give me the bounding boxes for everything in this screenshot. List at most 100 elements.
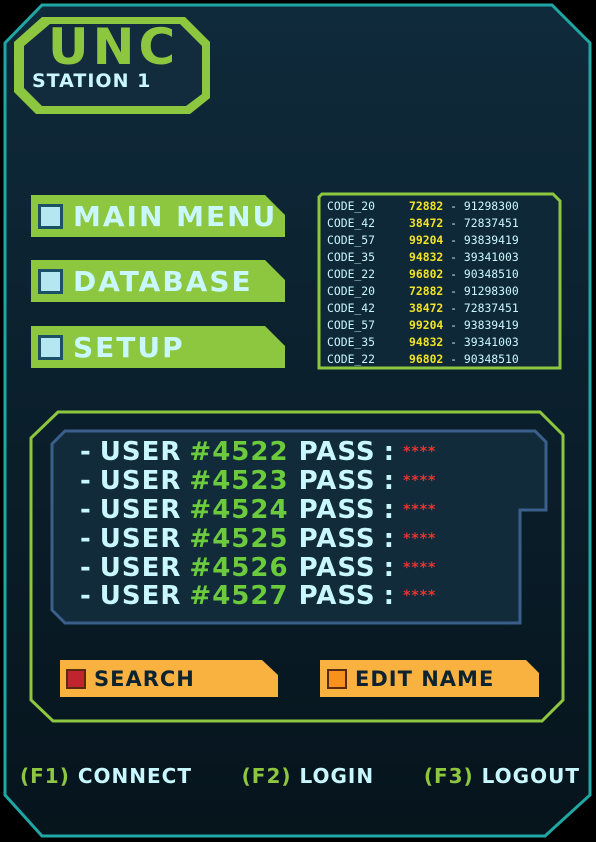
background-frame <box>0 0 596 842</box>
checkbox-icon <box>327 668 347 689</box>
code-value: 96802 <box>409 352 444 366</box>
code-value: 72882 <box>409 284 444 298</box>
user-id: #4525 <box>189 523 289 554</box>
checkbox-icon <box>38 334 63 360</box>
row-dash: - <box>80 495 92 525</box>
login-label: LOGIN <box>299 764 375 788</box>
masked-password: **** <box>403 473 437 490</box>
pass-colon: : <box>383 466 396 497</box>
code-label: CODE_22 <box>327 267 376 281</box>
f1-connect-button[interactable]: (F1) CONNECT <box>20 764 192 788</box>
user-row[interactable]: - USER #4527 PASS: **** <box>80 581 520 612</box>
masked-password: **** <box>403 559 437 576</box>
connect-label: CONNECT <box>77 764 192 788</box>
logout-label: LOGOUT <box>481 764 580 788</box>
code-label: CODE_57 <box>327 233 376 247</box>
code-value: 94832 <box>409 250 444 264</box>
edit-name-label: EDIT NAME <box>355 666 495 691</box>
pass-label: PASS <box>298 466 376 497</box>
checkbox-icon <box>38 203 63 229</box>
code-label: CODE_42 <box>327 301 376 315</box>
user-id: #4526 <box>189 552 289 583</box>
user-row[interactable]: - USER #4523 PASS: **** <box>80 466 520 497</box>
function-key-bar: (F1) CONNECT (F2) LOGIN (F3) LOGOUT <box>20 764 580 788</box>
code-suffix: - 90348510 <box>450 267 519 281</box>
search-label: SEARCH <box>94 666 195 691</box>
row-dash: - <box>80 523 92 554</box>
masked-password: **** <box>403 530 437 547</box>
pass-colon: : <box>383 495 396 525</box>
search-button[interactable]: SEARCH <box>66 665 195 692</box>
station-screen: UNC STATION 1 MAIN MENU DATABASE SETUP C… <box>0 0 596 842</box>
row-dash: - <box>80 466 92 497</box>
main-menu-button[interactable]: MAIN MENU <box>31 196 277 236</box>
setup-label: SETUP <box>73 330 185 364</box>
database-button[interactable]: DATABASE <box>31 261 253 301</box>
code-suffix: - 93839419 <box>450 233 519 247</box>
code-value: 38472 <box>409 301 444 315</box>
f2-key: (F2) <box>241 764 292 788</box>
setup-button[interactable]: SETUP <box>31 327 185 367</box>
code-value: 99204 <box>409 318 444 332</box>
code-list: CODE_20 72882 - 91298300 CODE_42 38472 - 7… <box>327 198 557 368</box>
main-menu-label: MAIN MENU <box>73 199 278 233</box>
code-value: 72882 <box>409 199 444 213</box>
code-value: 38472 <box>409 216 444 230</box>
code-row: CODE_20 72882 - 91298300 <box>327 283 557 300</box>
code-value: 94832 <box>409 335 444 349</box>
code-row: CODE_35 94832 - 39341003 <box>327 249 557 266</box>
user-id: #4523 <box>189 466 289 497</box>
code-row: CODE_22 96802 - 90348510 <box>327 266 557 283</box>
code-label: CODE_20 <box>327 199 376 213</box>
unc-title: UNC <box>48 20 179 72</box>
user-label: USER <box>99 466 182 497</box>
user-row[interactable]: - USER #4524 PASS: **** <box>80 495 520 525</box>
user-id: #4522 <box>189 437 289 468</box>
code-label: CODE_35 <box>327 250 376 264</box>
code-suffix: - 91298300 <box>450 284 519 298</box>
code-row: CODE_57 99204 - 93839419 <box>327 232 557 249</box>
f3-logout-button[interactable]: (F3) LOGOUT <box>424 764 580 788</box>
user-row[interactable]: - USER #4526 PASS: **** <box>80 552 520 583</box>
code-row: CODE_42 38472 - 72837451 <box>327 215 557 232</box>
code-row: CODE_22 96802 - 90348510 <box>327 351 557 368</box>
unc-logo-text: UNC <box>48 20 179 72</box>
user-label: USER <box>99 552 182 583</box>
code-row: CODE_42 38472 - 72837451 <box>327 300 557 317</box>
pass-label: PASS <box>298 523 376 554</box>
code-row: CODE_20 72882 - 91298300 <box>327 198 557 215</box>
code-label: CODE_20 <box>327 284 376 298</box>
pass-colon: : <box>383 523 396 554</box>
pass-colon: : <box>383 581 396 612</box>
code-label: CODE_35 <box>327 335 376 349</box>
edit-name-button[interactable]: EDIT NAME <box>327 665 494 692</box>
f3-key: (F3) <box>423 764 474 788</box>
pass-label: PASS <box>298 495 376 525</box>
row-dash: - <box>80 552 92 583</box>
user-label: USER <box>99 581 182 612</box>
code-label: CODE_22 <box>327 352 376 366</box>
code-row: CODE_35 94832 - 39341003 <box>327 334 557 351</box>
code-value: 96802 <box>409 267 444 281</box>
user-row[interactable]: - USER #4525 PASS: **** <box>80 523 520 554</box>
user-id: #4527 <box>189 581 289 612</box>
pass-colon: : <box>383 552 396 583</box>
code-suffix: - 72837451 <box>450 216 519 230</box>
checkbox-icon <box>66 668 86 689</box>
f1-key: (F1) <box>20 764 70 788</box>
pass-label: PASS <box>298 552 376 583</box>
f2-login-button[interactable]: (F2) LOGIN <box>242 764 374 788</box>
user-label: USER <box>99 523 182 554</box>
user-label: USER <box>99 495 182 525</box>
code-label: CODE_42 <box>327 216 376 230</box>
code-label: CODE_57 <box>327 318 376 332</box>
masked-password: **** <box>403 501 437 518</box>
user-row[interactable]: - USER #4522 PASS: **** <box>80 437 520 468</box>
database-label: DATABASE <box>73 264 253 298</box>
station-label: STATION 1 <box>32 70 152 92</box>
code-suffix: - 91298300 <box>450 199 519 213</box>
masked-password: **** <box>403 588 437 605</box>
code-suffix: - 90348510 <box>450 352 519 366</box>
pass-label: PASS <box>298 581 376 612</box>
pass-colon: : <box>383 437 396 468</box>
